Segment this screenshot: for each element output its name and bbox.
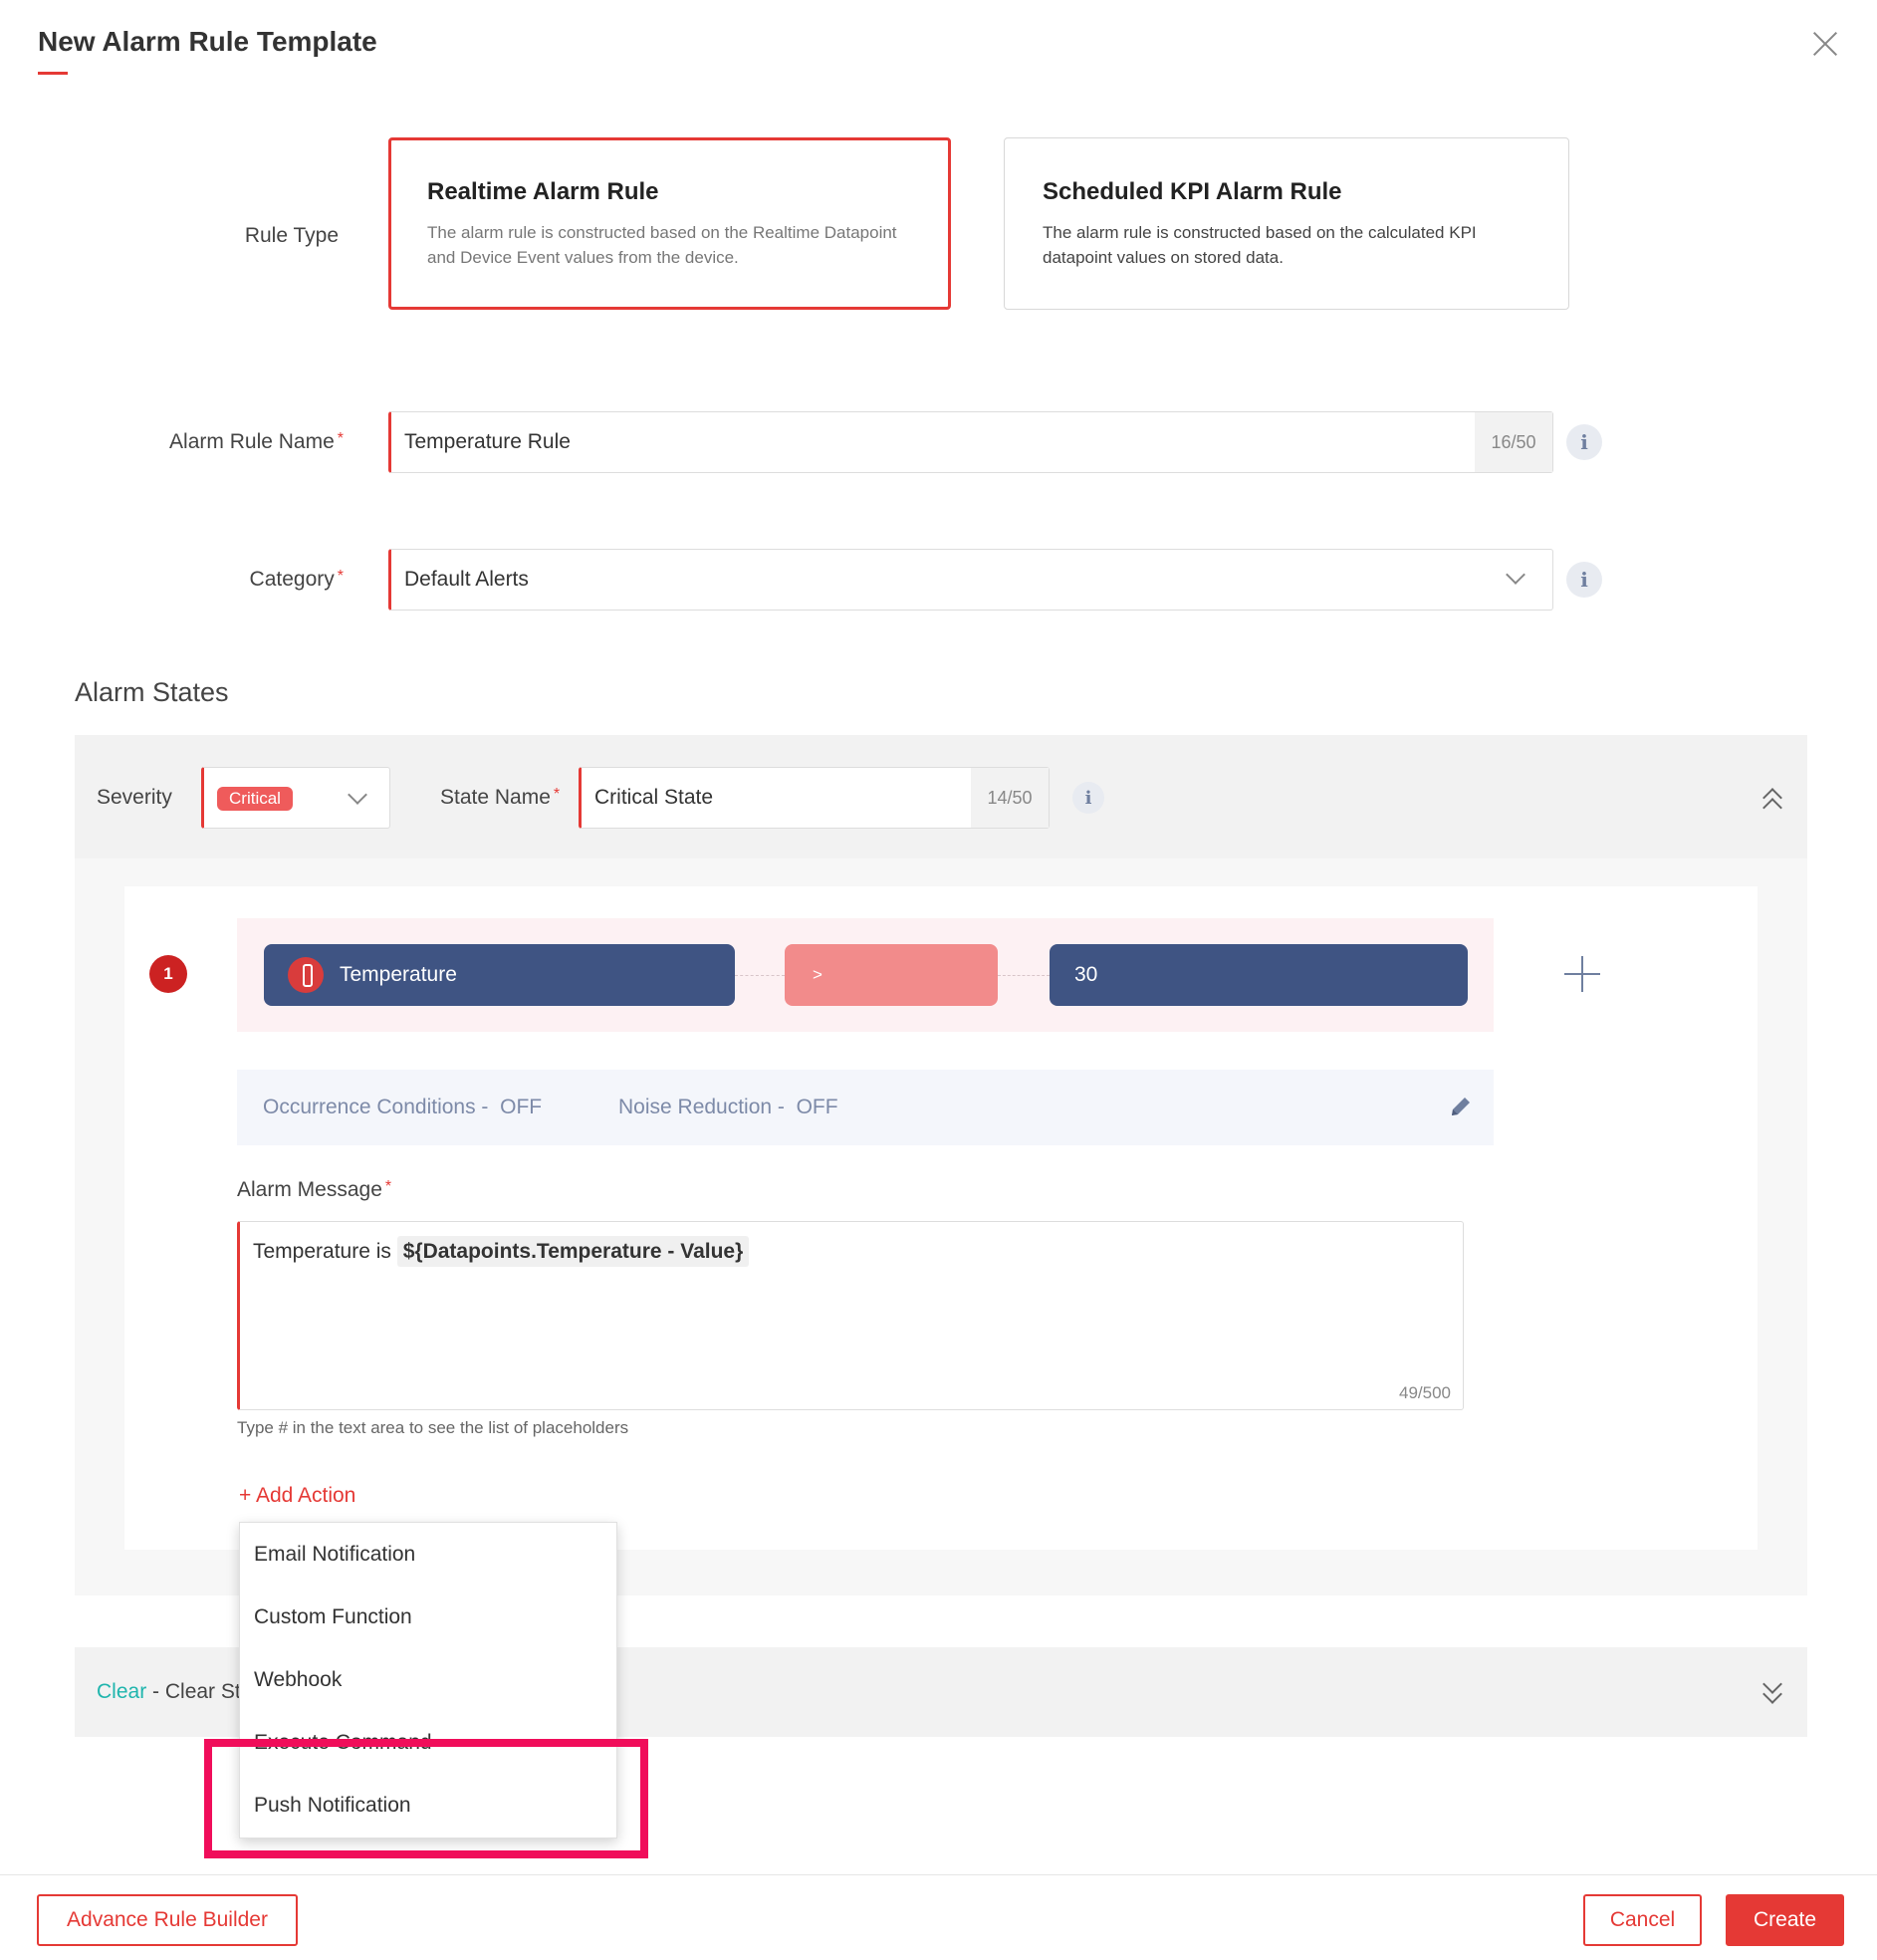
connector-line xyxy=(998,975,1050,976)
highlight-box xyxy=(204,1739,648,1858)
create-button[interactable]: Create xyxy=(1726,1894,1844,1946)
edit-pencil-icon[interactable] xyxy=(1448,1094,1474,1119)
severity-label: Severity xyxy=(97,786,172,809)
alarm-states-title: Alarm States xyxy=(75,677,229,707)
rule-type-label: Rule Type xyxy=(244,224,339,247)
scheduled-kpi-rule-card[interactable]: Scheduled KPI Alarm Rule The alarm rule … xyxy=(1004,137,1569,310)
realtime-rule-card[interactable]: Realtime Alarm Rule The alarm rule is co… xyxy=(388,137,951,310)
alarm-message-textarea[interactable]: Temperature is ${Datapoints.Temperature … xyxy=(237,1221,1464,1410)
state-name-label: State Name * xyxy=(440,786,561,809)
menu-item-email-notification[interactable]: Email Notification xyxy=(254,1543,415,1567)
placeholder-hint: Type # in the text area to see the list … xyxy=(237,1418,629,1437)
state-name-input[interactable]: Critical State 14/50 xyxy=(579,767,1050,829)
scheduled-card-title: Scheduled KPI Alarm Rule xyxy=(1043,178,1342,205)
threshold-value[interactable]: 30 xyxy=(1050,944,1468,1006)
operator-selector[interactable]: > xyxy=(785,944,998,1006)
thermometer-icon xyxy=(288,957,324,993)
alarm-message-label: Alarm Message * xyxy=(237,1178,392,1201)
info-icon[interactable]: i xyxy=(1566,562,1602,598)
info-icon[interactable]: i xyxy=(1566,424,1602,460)
realtime-card-title: Realtime Alarm Rule xyxy=(427,178,659,205)
noise-reduction: Noise Reduction - OFF xyxy=(618,1096,838,1118)
expand-icon[interactable] xyxy=(1758,1674,1787,1707)
state-name-value: Critical State xyxy=(594,786,714,809)
severity-select[interactable]: Critical xyxy=(201,767,390,829)
chevron-down-icon xyxy=(1506,565,1525,585)
category-label: Category * xyxy=(249,568,344,591)
condition-number: 1 xyxy=(149,955,187,993)
alarm-rule-name-counter: 16/50 xyxy=(1475,412,1552,472)
category-value: Default Alerts xyxy=(404,568,529,591)
collapse-icon[interactable] xyxy=(1758,785,1787,818)
chevron-down-icon xyxy=(348,785,367,805)
cancel-button[interactable]: Cancel xyxy=(1583,1894,1702,1946)
category-select[interactable]: Default Alerts xyxy=(388,549,1553,611)
connector-line xyxy=(735,975,785,976)
footer-divider xyxy=(0,1874,1877,1875)
menu-item-webhook[interactable]: Webhook xyxy=(254,1668,342,1692)
clear-state-label: Clear - Clear St xyxy=(97,1680,241,1703)
menu-item-custom-function[interactable]: Custom Function xyxy=(254,1605,412,1629)
alarm-message-counter: 49/500 xyxy=(1399,1383,1451,1402)
close-icon[interactable] xyxy=(1807,26,1843,62)
advance-rule-builder-button[interactable]: Advance Rule Builder xyxy=(37,1894,298,1946)
realtime-card-description: The alarm rule is constructed based on t… xyxy=(427,223,897,267)
title-underline xyxy=(38,72,68,75)
info-icon[interactable]: i xyxy=(1072,782,1104,814)
occurrence-conditions: Occurrence Conditions - OFF xyxy=(263,1096,543,1118)
threshold-label: 30 xyxy=(1074,963,1098,986)
add-action-link[interactable]: + Add Action xyxy=(239,1484,355,1508)
state-name-counter: 14/50 xyxy=(971,768,1049,828)
datapoint-selector[interactable]: Temperature xyxy=(264,944,735,1006)
alarm-message-content: Temperature is ${Datapoints.Temperature … xyxy=(253,1236,750,1267)
placeholder-chip[interactable]: ${Datapoints.Temperature - Value} xyxy=(396,1236,750,1267)
operator-label: > xyxy=(813,965,822,984)
severity-badge: Critical xyxy=(217,787,293,811)
add-condition-icon[interactable] xyxy=(1562,954,1602,994)
datapoint-label: Temperature xyxy=(340,963,457,986)
scheduled-card-description: The alarm rule is constructed based on t… xyxy=(1043,223,1477,267)
alarm-rule-name-input[interactable]: Temperature Rule 16/50 xyxy=(388,411,1553,473)
alarm-rule-name-value: Temperature Rule xyxy=(404,430,571,453)
dialog-title: New Alarm Rule Template xyxy=(38,26,377,57)
alarm-rule-name-label: Alarm Rule Name * xyxy=(169,430,344,453)
